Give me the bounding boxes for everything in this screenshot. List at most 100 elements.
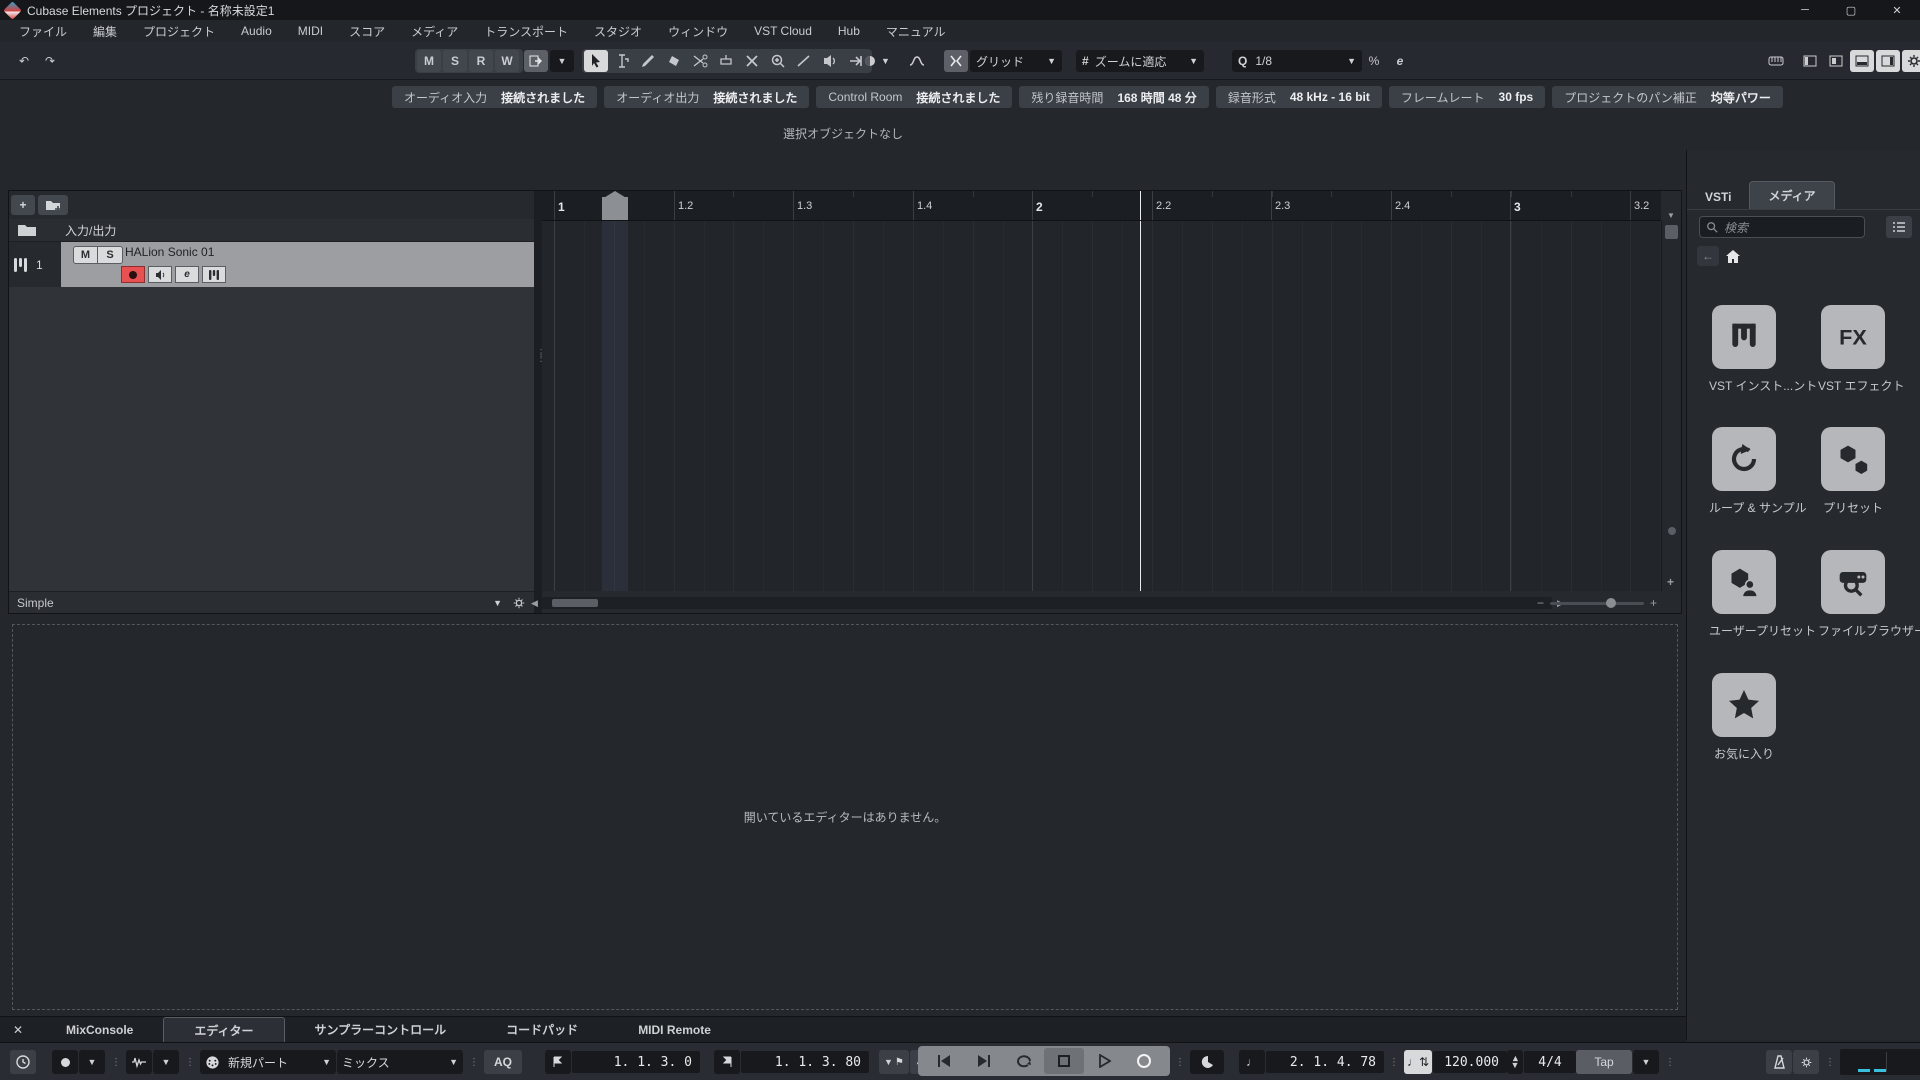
zoom-out-icon[interactable]: − xyxy=(1537,596,1544,610)
vertical-scrollbar[interactable]: ▼ + xyxy=(1661,211,1681,591)
left-zone-alt-toggle-icon[interactable] xyxy=(1824,50,1848,72)
zoom-in-icon[interactable]: + xyxy=(1650,596,1657,610)
maximize-button[interactable]: ▢ xyxy=(1828,0,1874,20)
stop-button[interactable] xyxy=(1044,1047,1084,1074)
media-list-view-icon[interactable] xyxy=(1886,216,1912,238)
right-locator-icon[interactable] xyxy=(714,1050,740,1074)
media-tile-5[interactable]: ファイルブラウザー xyxy=(1818,550,1920,639)
io-folder-row[interactable]: 入力/出力 xyxy=(9,219,534,242)
ruler-zoom-caret[interactable]: ▼ xyxy=(1667,211,1675,220)
midi-insert-mode-dropdown[interactable]: 新規パート ▼ xyxy=(200,1050,336,1074)
tempo-spinner[interactable]: ▼ ▼ xyxy=(1507,1050,1523,1074)
go-to-previous-marker-button[interactable] xyxy=(924,1048,964,1074)
menu-item-12[interactable]: マニュアル xyxy=(873,20,959,43)
edit-instrument-button[interactable]: e xyxy=(175,266,199,283)
track-row[interactable]: 1 M S HALion Sonic 01 e xyxy=(9,242,534,287)
media-tile-1[interactable]: FX VST エフェクト xyxy=(1818,305,1904,394)
menu-item-7[interactable]: トランスポート xyxy=(471,20,581,43)
automation-r-button[interactable]: R xyxy=(469,50,493,72)
track-controls-gear-icon[interactable] xyxy=(512,596,526,610)
menu-item-8[interactable]: スタジオ xyxy=(581,20,655,43)
color-tool-button[interactable]: ▼ xyxy=(858,50,894,72)
info-chip-1[interactable]: オーディオ出力 接続されました xyxy=(604,86,810,108)
tab-midi-remote[interactable]: MIDI Remote xyxy=(608,1017,741,1042)
automation-s-button[interactable]: S xyxy=(443,50,467,72)
info-chip-5[interactable]: フレームレート 30 fps xyxy=(1388,86,1546,108)
zoom-slider-handle[interactable] xyxy=(1606,597,1617,608)
left-locator-icon[interactable] xyxy=(545,1050,571,1074)
left-zone-toggle-icon[interactable] xyxy=(1798,50,1822,72)
right-locator-value[interactable]: 1. 1. 3. 80 xyxy=(741,1051,869,1073)
scroll-left-arrow[interactable]: ◀ xyxy=(531,598,538,609)
zoom-tool-icon[interactable] xyxy=(766,50,790,72)
automation-m-button[interactable]: M xyxy=(417,50,441,72)
back-arrow-icon[interactable]: ← xyxy=(1697,246,1719,266)
tab-サンプラーコントロール[interactable]: サンプラーコントロール xyxy=(285,1017,477,1042)
tap-tempo-button[interactable]: Tap xyxy=(1576,1050,1632,1074)
menu-item-1[interactable]: 編集 xyxy=(80,20,130,43)
punch-in-icon[interactable]: ▼ ⚑ xyxy=(879,1050,909,1074)
media-tile-3[interactable]: プリセット xyxy=(1818,427,1888,516)
media-tile-0[interactable]: VST インスト...ント xyxy=(1709,305,1817,394)
monitor-button[interactable] xyxy=(148,266,172,283)
track-name[interactable]: HALion Sonic 01 xyxy=(125,245,214,259)
quantize-panel-icon[interactable]: e xyxy=(1388,50,1412,72)
performance-meter[interactable] xyxy=(1840,1049,1920,1075)
record-mode-dropdown[interactable]: ▼ xyxy=(79,1050,105,1074)
cycle-button[interactable] xyxy=(1004,1048,1044,1074)
right-zone-tab-VSTi[interactable]: VSTi xyxy=(1687,185,1749,209)
info-chip-2[interactable]: Control Room 接続されました xyxy=(816,86,1013,108)
media-tile-6[interactable]: お気に入り xyxy=(1709,673,1779,762)
record-enable-button[interactable] xyxy=(121,266,145,283)
menu-item-0[interactable]: ファイル xyxy=(6,20,80,43)
select-tool-icon[interactable] xyxy=(584,50,608,72)
midi-record-mode-dropdown[interactable]: ミックス ▼ xyxy=(337,1050,463,1074)
instrument-button[interactable] xyxy=(202,266,226,283)
glue-tool-icon[interactable] xyxy=(714,50,738,72)
go-to-next-marker-button[interactable] xyxy=(964,1048,1004,1074)
vertical-zoom-handle[interactable] xyxy=(1668,527,1676,535)
timeline-ruler[interactable]: 1 1.2 1.3 1.4 2 2.2 2.3 2.4 3 3.2 xyxy=(542,191,1661,221)
draw-tool-icon[interactable] xyxy=(636,50,660,72)
autoscroll-options-dropdown[interactable]: ▼ xyxy=(550,50,574,72)
auto-quantize-button[interactable]: AQ xyxy=(484,1050,522,1074)
autoscroll-button[interactable] xyxy=(524,50,548,72)
track-list-divider[interactable]: ⋮⋮⋮⋮ xyxy=(534,191,556,613)
right-zone-tab-メディア[interactable]: メディア xyxy=(1749,181,1835,209)
left-locator-value[interactable]: 1. 1. 3. 0 xyxy=(572,1051,700,1073)
info-chip-4[interactable]: 録音形式 48 kHz - 16 bit xyxy=(1215,86,1382,108)
menu-item-11[interactable]: Hub xyxy=(825,21,873,41)
track-controls-preset-label[interactable]: Simple xyxy=(17,596,54,610)
horizontal-scroll-thumb[interactable] xyxy=(552,599,598,607)
info-chip-3[interactable]: 残り録音時間 168 時間 48 分 xyxy=(1019,86,1209,108)
automation-w-button[interactable]: W xyxy=(495,50,519,72)
transport-record-button[interactable] xyxy=(1124,1048,1164,1074)
tempo-value[interactable]: 120.000 xyxy=(1433,1051,1507,1073)
split-tool-icon[interactable] xyxy=(688,50,712,72)
range-tool-icon[interactable] xyxy=(610,50,634,72)
menu-item-10[interactable]: VST Cloud xyxy=(741,21,825,41)
play-button[interactable] xyxy=(1084,1048,1124,1074)
tab-エディター[interactable]: エディター xyxy=(163,1017,285,1042)
arrangement-area[interactable] xyxy=(542,221,1661,591)
solo-button[interactable]: S xyxy=(98,246,123,264)
menu-item-6[interactable]: メディア xyxy=(398,20,471,43)
primary-time-display[interactable]: 2. 1. 4. 78 xyxy=(1266,1051,1384,1073)
erase-tool-icon[interactable] xyxy=(662,50,686,72)
media-tile-2[interactable]: ループ & サンプル xyxy=(1709,427,1807,516)
audio-record-mode-icon[interactable] xyxy=(126,1050,152,1074)
close-button[interactable]: ✕ xyxy=(1874,0,1920,20)
tab-コードパッド[interactable]: コードパッド xyxy=(476,1017,608,1042)
mute-tool-icon[interactable] xyxy=(740,50,764,72)
track-list-empty-area[interactable] xyxy=(9,287,534,591)
record-mode-icon[interactable] xyxy=(52,1050,78,1074)
menu-item-2[interactable]: プロジェクト xyxy=(130,20,228,43)
menu-item-4[interactable]: MIDI xyxy=(285,21,336,41)
use-track-preset-button[interactable] xyxy=(38,195,68,215)
undo-icon[interactable]: ↶ xyxy=(12,50,36,72)
info-chip-6[interactable]: プロジェクトのパン補正 均等パワー xyxy=(1552,86,1783,108)
vertical-zoom-plus[interactable]: + xyxy=(1667,575,1674,589)
add-track-button[interactable]: + xyxy=(11,195,35,215)
info-chip-0[interactable]: オーディオ入力 接続されました xyxy=(392,86,598,108)
automation-curve-button[interactable] xyxy=(905,50,929,72)
